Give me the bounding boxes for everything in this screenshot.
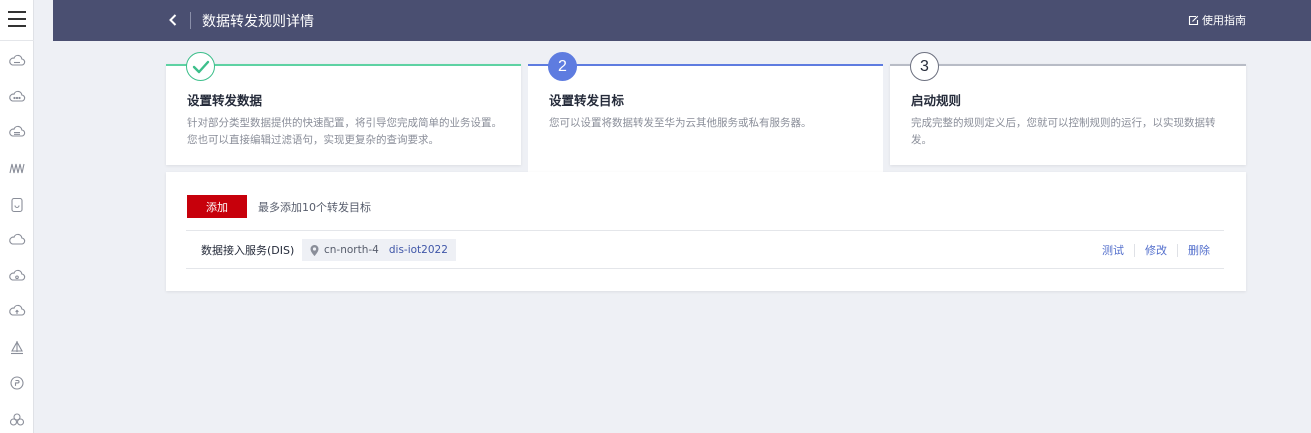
step-card-2: 2 设置转发目标 您可以设置将数据转发至华为云其他服务或私有服务器。 [528,52,883,172]
target-stream: dis-iot2022 [388,244,448,256]
target-tag: cn-north-4 dis-iot2022 [302,239,456,261]
guide-link-label: 使用指南 [1202,14,1246,27]
cloud-cluster-icon[interactable] [6,409,28,431]
ship-icon[interactable] [6,337,28,359]
step-card-1: 设置转发数据 针对部分类型数据提供的快速配置，将引导您完成简单的业务设置。您也可… [166,52,521,165]
left-nav-rail [0,0,34,433]
step-description: 完成完整的规则定义后，您就可以控制规则的运行，以实现数据转发。 [911,117,1216,146]
back-arrow-icon[interactable] [165,10,181,30]
waves-icon[interactable] [6,157,28,179]
forward-target-panel: 添加 最多添加10个转发目标 数据接入服务(DIS) cn-north-4 di… [166,172,1246,291]
cloud-icon[interactable] [6,50,28,72]
step-title: 启动规则 [911,93,962,108]
cloud-gear-icon[interactable] [6,265,28,287]
step-description: 针对部分类型数据提供的快速配置，将引导您完成简单的业务设置。您也可以直接编辑过滤… [187,117,502,146]
cloud-dots-icon[interactable] [6,86,28,108]
row-actions: 测试 修改 删除 [1102,242,1210,258]
rail-divider [0,40,34,41]
action-divider [1177,243,1178,257]
top-header: 数据转发规则详情 使用指南 [53,0,1311,41]
target-row: 数据接入服务(DIS) cn-north-4 dis-iot2022 测试 修改… [186,230,1224,269]
target-region: cn-north-4 [324,244,379,256]
target-service-name: 数据接入服务(DIS) [201,244,295,257]
menu-icon[interactable] [5,8,29,30]
step-number-badge: 3 [910,52,939,81]
edit-link[interactable]: 修改 [1145,242,1167,258]
header-divider [190,12,191,29]
step-number-badge: 2 [548,52,577,81]
coin-icon[interactable] [6,372,28,394]
action-divider [1134,243,1135,257]
page-title: 数据转发规则详情 [202,14,314,30]
test-link[interactable]: 测试 [1102,242,1124,258]
location-pin-icon [310,244,319,256]
add-hint-text: 最多添加10个转发目标 [258,201,371,214]
cloud-upload-icon[interactable] [6,300,28,322]
step-title: 设置转发目标 [549,93,625,108]
device-icon[interactable] [6,194,28,216]
delete-link[interactable]: 删除 [1188,242,1210,258]
edit-doc-icon [1188,15,1199,25]
add-button[interactable]: 添加 [187,195,247,218]
cloud-stack-icon[interactable] [6,121,28,143]
check-icon [186,52,215,81]
cloud-refresh-icon[interactable] [6,229,28,251]
step-card-3: 3 启动规则 完成完整的规则定义后，您就可以控制规则的运行，以实现数据转发。 [890,52,1246,165]
step-description: 您可以设置将数据转发至华为云其他服务或私有服务器。 [549,117,812,129]
guide-link[interactable]: 使用指南 [1188,12,1246,28]
step-title: 设置转发数据 [187,93,263,108]
